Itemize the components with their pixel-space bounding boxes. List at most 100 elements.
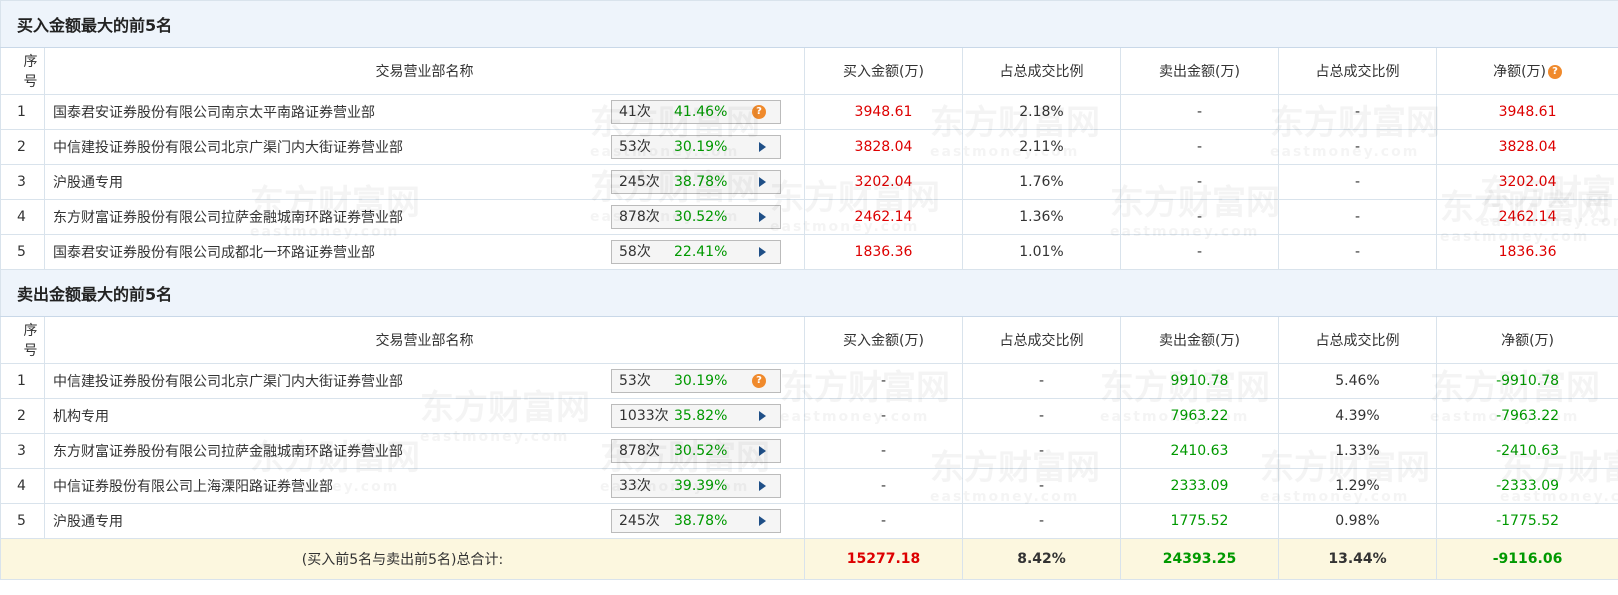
seat-win-rate: 39.39% <box>674 478 728 494</box>
table-row: 5 国泰君安证券股份有限公司成都北一环路证券营业部 58次 22.41% 1836.36… <box>0 234 1618 270</box>
buy-ratio: - <box>962 468 1121 504</box>
trading-seats-table: 买入金额最大的前5名 序号 交易营业部名称 买入金额(万) 占总成交比例 卖出金… <box>0 0 1618 580</box>
expand-arrow-icon[interactable] <box>759 247 766 257</box>
seat-name[interactable]: 机构专用 <box>53 406 603 426</box>
table-row: 2 机构专用 1033次 35.82% - -7963.22 4.39% -7963.22 <box>0 398 1618 434</box>
net-amount: -1775.52 <box>1435 503 1618 539</box>
row-index: 2 <box>0 398 45 434</box>
total-label: (买入前5名与卖出前5名)总合计: <box>0 538 805 580</box>
header-idx: 序号 <box>0 316 45 364</box>
row-index: 3 <box>0 433 45 469</box>
seat-win-rate: 30.19% <box>674 373 728 389</box>
header-sell-ratio: 占总成交比例 <box>1278 316 1437 364</box>
seat-win-rate: 38.78% <box>674 513 728 529</box>
table-row: 1 国泰君安证券股份有限公司南京太平南路证券营业部 41次 41.46%? 3948.6… <box>0 94 1618 130</box>
seat-name-cell: 中信证券股份有限公司上海溧阳路证券营业部 33次 39.39% <box>44 468 805 504</box>
total-buy: 15277.18 <box>804 538 963 580</box>
header-buy: 买入金额(万) <box>804 316 963 364</box>
row-index: 1 <box>0 363 45 399</box>
seat-name[interactable]: 沪股通专用 <box>53 172 603 192</box>
net-amount: 2462.14 <box>1435 199 1618 235</box>
sell-amount: 9910.78 <box>1120 363 1279 399</box>
seat-stats-box[interactable]: 53次 30.19%? <box>611 369 781 393</box>
header-net-label: 净额(万) <box>1493 64 1547 80</box>
row-index: 5 <box>0 234 45 270</box>
seat-count: 878次 <box>619 209 660 225</box>
total-sell-ratio: 13.44% <box>1278 538 1437 580</box>
table-row: 4 中信证券股份有限公司上海溧阳路证券营业部 33次 39.39% - -2333.09 1… <box>0 468 1618 504</box>
row-index: 4 <box>0 199 45 235</box>
seat-name-cell: 东方财富证券股份有限公司拉萨金融城南环路证券营业部 878次 30.52% <box>44 433 805 469</box>
total-label-text: (买入前5名与卖出前5名)总合计: <box>301 552 504 568</box>
sell-ratio: 0.98% <box>1278 503 1437 539</box>
buy-amount: 3948.61 <box>804 94 963 130</box>
seat-name[interactable]: 东方财富证券股份有限公司拉萨金融城南环路证券营业部 <box>53 441 603 461</box>
seat-name[interactable]: 沪股通专用 <box>53 511 603 531</box>
seat-count: 33次 <box>619 478 651 494</box>
expand-arrow-icon[interactable] <box>759 481 766 491</box>
sell-amount: - <box>1120 164 1279 200</box>
dragon-tiger-list: 买入金额最大的前5名 序号 交易营业部名称 买入金额(万) 占总成交比例 卖出金… <box>0 0 1618 595</box>
expand-arrow-icon[interactable] <box>759 212 766 222</box>
seat-name-cell: 中信建投证券股份有限公司北京广渠门内大街证券营业部 53次 30.19% <box>44 129 805 165</box>
header-net: 净额(万)? <box>1435 47 1618 95</box>
seat-stats-box[interactable]: 245次 38.78% <box>611 509 781 533</box>
seat-name[interactable]: 国泰君安证券股份有限公司南京太平南路证券营业部 <box>53 102 603 122</box>
help-icon[interactable]: ? <box>752 374 766 388</box>
seat-stats-box[interactable]: 245次 38.78% <box>611 170 781 194</box>
seat-stats-box[interactable]: 58次 22.41% <box>611 240 781 264</box>
seat-stats-box[interactable]: 878次 30.52% <box>611 205 781 229</box>
sell-column-headers: 序号 交易营业部名称 买入金额(万) 占总成交比例 卖出金额(万) 占总成交比例… <box>0 316 1618 364</box>
buy-amount: 3202.04 <box>804 164 963 200</box>
seat-stats-box[interactable]: 41次 41.46%? <box>611 100 781 124</box>
expand-arrow-icon[interactable] <box>759 177 766 187</box>
buy-ratio: 1.76% <box>962 164 1121 200</box>
buy-ratio: - <box>962 433 1121 469</box>
seat-stats-box[interactable]: 33次 39.39% <box>611 474 781 498</box>
seat-stats-box[interactable]: 1033次 35.82% <box>611 404 781 428</box>
row-index: 3 <box>0 164 45 200</box>
header-sell: 卖出金额(万) <box>1120 316 1279 364</box>
table-row: 3 东方财富证券股份有限公司拉萨金融城南环路证券营业部 878次 30.52% - -24… <box>0 433 1618 469</box>
net-amount: 3948.61 <box>1435 94 1618 130</box>
seat-win-rate: 30.19% <box>674 139 728 155</box>
help-icon[interactable]: ? <box>752 105 766 119</box>
sell-ratio: - <box>1278 164 1437 200</box>
seat-count: 41次 <box>619 104 651 120</box>
seat-name-cell: 沪股通专用 245次 38.78% <box>44 503 805 539</box>
buy-column-headers: 序号 交易营业部名称 买入金额(万) 占总成交比例 卖出金额(万) 占总成交比例… <box>0 47 1618 95</box>
seat-name[interactable]: 国泰君安证券股份有限公司成都北一环路证券营业部 <box>53 242 603 262</box>
header-sell: 卖出金额(万) <box>1120 47 1279 95</box>
sell-amount: 2410.63 <box>1120 433 1279 469</box>
seat-stats-box[interactable]: 53次 30.19% <box>611 135 781 159</box>
seat-name-cell: 东方财富证券股份有限公司拉萨金融城南环路证券营业部 878次 30.52% <box>44 199 805 235</box>
buy-amount: - <box>804 503 963 539</box>
net-amount: -2410.63 <box>1435 433 1618 469</box>
expand-arrow-icon[interactable] <box>759 411 766 421</box>
seat-win-rate: 35.82% <box>674 408 728 424</box>
buy-ratio: 1.36% <box>962 199 1121 235</box>
expand-arrow-icon[interactable] <box>759 446 766 456</box>
header-net: 净额(万) <box>1435 316 1618 364</box>
seat-stats-box[interactable]: 878次 30.52% <box>611 439 781 463</box>
seat-win-rate: 22.41% <box>674 244 728 260</box>
row-index: 2 <box>0 129 45 165</box>
expand-arrow-icon[interactable] <box>759 516 766 526</box>
row-index: 1 <box>0 94 45 130</box>
seat-name[interactable]: 中信建投证券股份有限公司北京广渠门内大街证券营业部 <box>53 137 603 157</box>
sell-ratio: - <box>1278 94 1437 130</box>
seat-name[interactable]: 东方财富证券股份有限公司拉萨金融城南环路证券营业部 <box>53 207 603 227</box>
net-amount: 3202.04 <box>1435 164 1618 200</box>
help-icon[interactable]: ? <box>1548 65 1563 79</box>
seat-name[interactable]: 中信证券股份有限公司上海溧阳路证券营业部 <box>53 476 603 496</box>
buy-section-title: 买入金额最大的前5名 <box>0 0 1618 48</box>
buy-ratio: 1.01% <box>962 234 1121 270</box>
expand-arrow-icon[interactable] <box>759 142 766 152</box>
seat-name[interactable]: 中信建投证券股份有限公司北京广渠门内大街证券营业部 <box>53 371 603 391</box>
sell-ratio: 5.46% <box>1278 363 1437 399</box>
sell-rows: 1 中信建投证券股份有限公司北京广渠门内大街证券营业部 53次 30.19%? - -99… <box>0 363 1618 539</box>
buy-ratio: - <box>962 363 1121 399</box>
seat-win-rate: 38.78% <box>674 174 728 190</box>
table-row: 1 中信建投证券股份有限公司北京广渠门内大街证券营业部 53次 30.19%? - -99… <box>0 363 1618 399</box>
sell-section-header: 卖出金额最大的前5名 <box>0 269 1618 317</box>
